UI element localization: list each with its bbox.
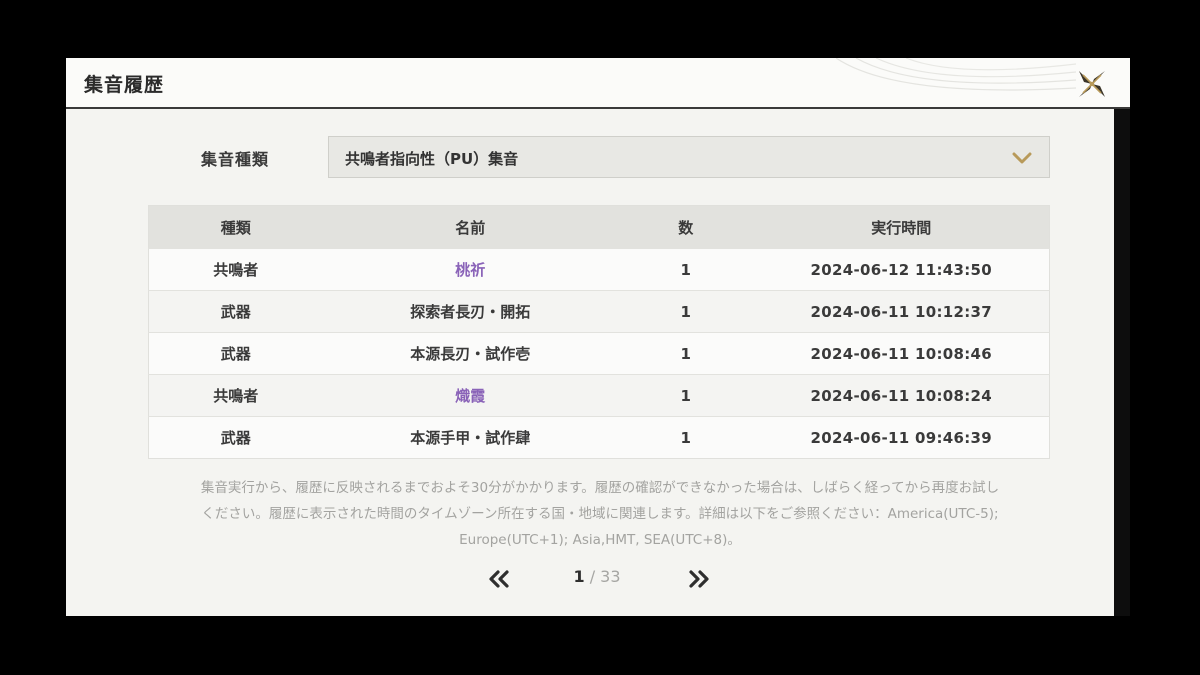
cell-type: 武器 (148, 290, 323, 333)
gacha-type-label: 集音種類 (201, 150, 270, 169)
cell-time: 2024-06-11 10:12:37 (753, 290, 1050, 333)
page-indicator: 1 / 33 (552, 567, 642, 586)
cell-name: 本源長刃・試作壱 (322, 332, 618, 375)
dialog-header: 集音履歴 (66, 58, 1130, 109)
cell-time: 2024-06-12 11:43:50 (753, 248, 1050, 291)
close-button[interactable] (1074, 68, 1110, 100)
dialog-title: 集音履歴 (84, 74, 165, 96)
history-notice: 集音実行から、履歴に反映されるまでおよそ30分がかかります。履歴の確認ができなか… (150, 475, 1050, 553)
table-row: 武器 本源手甲・試作肆 1 2024-06-11 09:46:39 (148, 416, 1050, 459)
notice-line: 集音実行から、履歴に反映されるまでおよそ30分がかかります。履歴の確認ができなか… (200, 480, 1000, 496)
cell-count: 1 (617, 332, 754, 375)
screen: 集音履歴 集音種類 共鳴者指向性（PU）集音 種類 名前 数 実行時間 共鳴者 … (0, 0, 1200, 675)
gacha-history-dialog: 集音履歴 集音種類 共鳴者指向性（PU）集音 種類 名前 数 実行時間 共鳴者 … (66, 58, 1130, 616)
dialog-content: 集音種類 共鳴者指向性（PU）集音 種類 名前 数 実行時間 共鳴者 桃祈 1 … (66, 109, 1114, 616)
page-separator: / (584, 567, 601, 586)
table-header-row: 種類 名前 数 実行時間 (148, 205, 1050, 249)
dialog-right-frame (1114, 109, 1130, 616)
table-row: 武器 本源長刃・試作壱 1 2024-06-11 10:08:46 (148, 332, 1050, 375)
cell-name: 探索者長刃・開拓 (322, 290, 618, 333)
double-chevron-right-icon (689, 570, 709, 588)
chevron-down-icon (1012, 152, 1032, 164)
cell-count: 1 (617, 416, 754, 459)
cell-count: 1 (617, 248, 754, 291)
column-header-time: 実行時間 (753, 205, 1050, 249)
table-row: 共鳴者 熾霞 1 2024-06-11 10:08:24 (148, 374, 1050, 417)
cell-time: 2024-06-11 10:08:24 (753, 374, 1050, 417)
gacha-type-dropdown[interactable]: 共鳴者指向性（PU）集音 (328, 136, 1050, 178)
notice-line: ください。履歴に表示された時間のタイムゾーン所在する国・地域に関連します。詳細は… (201, 506, 999, 522)
cell-type: 共鳴者 (148, 374, 323, 417)
cell-name: 熾霞 (322, 374, 618, 417)
cell-name: 本源手甲・試作肆 (322, 416, 618, 459)
cell-count: 1 (617, 290, 754, 333)
table-row: 共鳴者 桃祈 1 2024-06-12 11:43:50 (148, 248, 1050, 291)
gacha-type-selected: 共鳴者指向性（PU）集音 (345, 150, 519, 168)
history-table: 種類 名前 数 実行時間 共鳴者 桃祈 1 2024-06-12 11:43:5… (148, 205, 1050, 459)
notice-line: Europe(UTC+1); Asia,HMT, SEA(UTC+8)。 (459, 532, 741, 548)
current-page: 1 (573, 567, 585, 586)
cell-time: 2024-06-11 10:08:46 (753, 332, 1050, 375)
column-header-name: 名前 (322, 205, 618, 249)
cell-type: 共鳴者 (148, 248, 323, 291)
cell-time: 2024-06-11 09:46:39 (753, 416, 1050, 459)
decorative-arc-lines (836, 58, 1076, 91)
total-pages: 33 (600, 567, 621, 586)
previous-page-button[interactable] (486, 569, 512, 589)
cell-count: 1 (617, 374, 754, 417)
column-header-type: 種類 (148, 205, 323, 249)
pagination: 1 / 33 (66, 567, 1114, 593)
cell-type: 武器 (148, 332, 323, 375)
cell-type: 武器 (148, 416, 323, 459)
double-chevron-left-icon (489, 570, 509, 588)
cell-name: 桃祈 (322, 248, 618, 291)
close-x-icon (1079, 71, 1105, 97)
column-header-count: 数 (617, 205, 754, 249)
next-page-button[interactable] (686, 569, 712, 589)
table-row: 武器 探索者長刃・開拓 1 2024-06-11 10:12:37 (148, 290, 1050, 333)
